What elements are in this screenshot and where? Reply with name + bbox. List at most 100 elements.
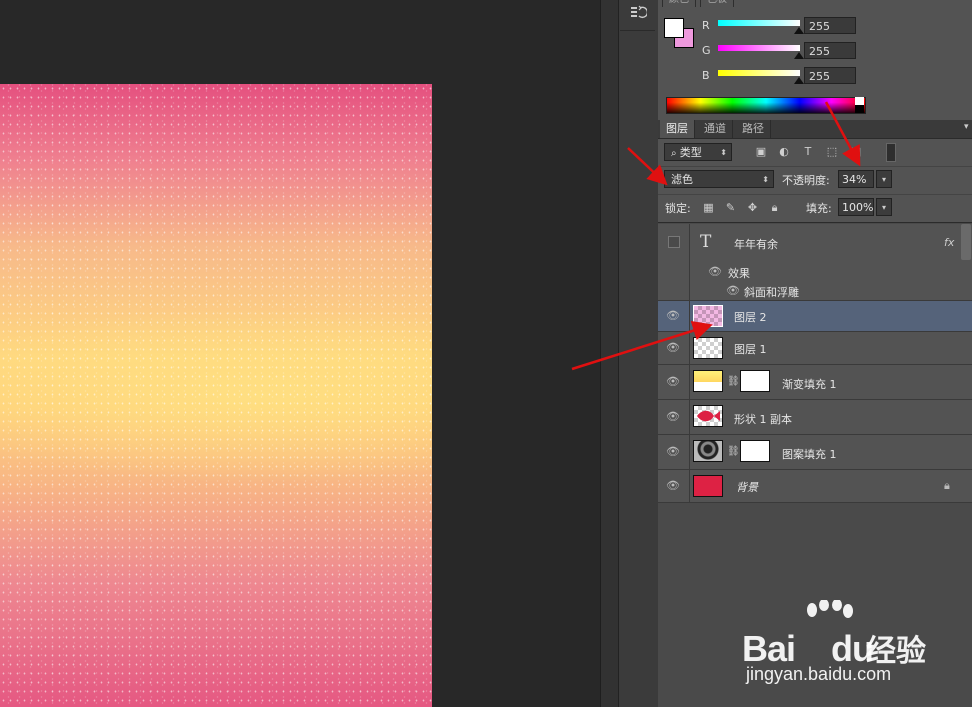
layer-name[interactable]: 图层 2 [734, 309, 767, 325]
filter-kind-select[interactable]: ⌕ 类型 ⬍ [664, 143, 732, 161]
channel-b-thumb[interactable] [794, 77, 804, 84]
layer-thumbnail [693, 305, 723, 327]
layer-lock-icon: 🔒︎ [944, 479, 950, 492]
updown-icon: ⬍ [720, 148, 727, 157]
spectrum-white-chip[interactable] [855, 97, 864, 105]
eye-column-divider [689, 262, 690, 282]
lock-image-brush-icon[interactable]: ✎ [724, 201, 737, 214]
link-chain-icon[interactable]: ⛓︎ [727, 375, 740, 389]
eye-column-divider [689, 435, 690, 469]
layer-name[interactable]: 图层 1 [734, 341, 767, 357]
layer-thumbnail [693, 337, 723, 359]
color-spectrum-bar[interactable] [666, 97, 866, 114]
history-icon[interactable] [628, 4, 649, 24]
tab-channels[interactable]: 通道 [698, 120, 733, 138]
lock-position-move-icon[interactable]: ✥ [746, 201, 759, 214]
shape-filter-icon[interactable]: ⬚ [825, 145, 839, 159]
foreground-color-swatch[interactable] [664, 18, 684, 38]
channel-r-value[interactable]: 255 [804, 17, 856, 34]
lock-transparent-icon[interactable]: ▦ [702, 201, 715, 214]
fill-input[interactable]: 100% [838, 198, 874, 216]
opacity-input[interactable]: 34% [838, 170, 874, 188]
eye-column-divider [689, 332, 690, 364]
layer-row-gradient-fill[interactable]: 👁︎ ⛓︎ 渐变填充 1 [658, 365, 972, 400]
strip-separator [620, 30, 655, 31]
layer-list-scrollbar[interactable] [961, 224, 971, 260]
watermark-url: jingyan.baidu.com [746, 664, 892, 684]
lock-label: 锁定: [665, 202, 691, 215]
link-chain-icon[interactable]: ⛓︎ [727, 445, 740, 459]
color-tab[interactable]: 颜色 [662, 0, 696, 7]
collapsed-panel-strip [618, 0, 659, 707]
layer-name[interactable]: 背景 [736, 479, 758, 495]
effects-eye-icon[interactable]: 👁︎ [708, 265, 722, 279]
smart-object-filter-icon[interactable]: ▤ [849, 145, 863, 159]
fx-icon[interactable]: fx [944, 236, 954, 249]
type-filter-icon[interactable]: T [801, 145, 815, 159]
visibility-off-box[interactable] [668, 236, 680, 248]
panel-dock-divider [600, 0, 619, 707]
updown-icon: ⬍ [762, 175, 769, 184]
fill-dropdown[interactable]: ▾ [876, 198, 892, 216]
layer-row-background[interactable]: 👁︎ 背景 🔒︎ [658, 470, 972, 503]
layer-mask-thumbnail[interactable] [740, 370, 770, 392]
layer-name[interactable]: 图案填充 1 [782, 446, 837, 462]
opacity-label: 不透明度: [782, 174, 830, 187]
blend-mode-value: 滤色 [671, 173, 693, 186]
channel-g-thumb[interactable] [794, 52, 804, 59]
eye-column-divider [689, 470, 690, 502]
document-canvas[interactable] [0, 84, 432, 707]
lock-all-icon[interactable]: 🔒︎ [768, 201, 781, 214]
layer-row-shape-copy[interactable]: 👁︎ 形状 1 副本 [658, 400, 972, 435]
eye-column-divider [689, 301, 690, 331]
channel-g-label: G [702, 44, 711, 57]
layer-row-text[interactable]: T 年年有余 fx [658, 224, 972, 263]
eye-icon[interactable]: 👁︎ [666, 309, 680, 323]
eye-column-divider [689, 365, 690, 399]
eye-column-divider [689, 282, 690, 300]
eye-icon[interactable]: 👁︎ [666, 479, 680, 493]
background-thumbnail [693, 475, 723, 497]
text-layer-icon: T [700, 232, 712, 252]
effect-name: 斜面和浮雕 [744, 286, 799, 299]
eye-column-divider [689, 400, 690, 434]
layer-row-layer1[interactable]: 👁︎ 图层 1 [658, 332, 972, 365]
tab-paths[interactable]: 路径 [736, 120, 771, 138]
pixel-filter-icon[interactable]: ▣ [754, 145, 768, 159]
channel-b-value[interactable]: 255 [804, 67, 856, 84]
spectrum-black-chip[interactable] [855, 105, 864, 113]
channel-b-label: B [702, 69, 710, 82]
eye-icon[interactable]: 👁︎ [666, 341, 680, 355]
layer-name[interactable]: 渐变填充 1 [782, 376, 837, 392]
layer-name[interactable]: 形状 1 副本 [734, 411, 792, 427]
effects-label: 效果 [728, 267, 750, 280]
channel-r-thumb[interactable] [794, 27, 804, 34]
fill-label: 填充: [806, 202, 832, 215]
blend-mode-select[interactable]: 滤色 ⬍ [664, 170, 774, 188]
filter-toggle-switch[interactable] [886, 143, 896, 162]
channel-g-value[interactable]: 255 [804, 42, 856, 59]
channel-r-slider[interactable] [718, 20, 800, 26]
channel-g-slider[interactable] [718, 45, 800, 51]
panel-menu-icon[interactable]: ▾ [964, 122, 969, 132]
search-icon: ⌕ [671, 148, 680, 159]
layer-effect-bevel[interactable]: 👁︎ 斜面和浮雕 [658, 282, 972, 301]
eye-column-divider [689, 224, 690, 262]
opacity-dropdown[interactable]: ▾ [876, 170, 892, 188]
layer-row-layer2[interactable]: 👁︎ 图层 2 [658, 301, 972, 332]
layer-mask-thumbnail[interactable] [740, 440, 770, 462]
layer-effects-header[interactable]: 👁︎ 效果 [658, 262, 972, 282]
layer-name[interactable]: 年年有余 [734, 236, 778, 252]
eye-icon[interactable]: 👁︎ [666, 410, 680, 424]
tab-layers[interactable]: 图层 [660, 120, 695, 138]
adjustment-filter-icon[interactable]: ◐ [777, 145, 791, 159]
pattern-fill-thumbnail [693, 440, 723, 462]
eye-icon[interactable]: 👁︎ [666, 375, 680, 389]
layer-row-pattern-fill[interactable]: 👁︎ ⛓︎ 图案填充 1 [658, 435, 972, 470]
effect-eye-icon[interactable]: 👁︎ [726, 284, 740, 298]
gradient-fill-thumbnail [693, 370, 723, 392]
swatches-tab[interactable]: 色板 [700, 0, 734, 7]
channel-b-slider[interactable] [718, 70, 800, 76]
channel-r-label: R [702, 19, 710, 32]
eye-icon[interactable]: 👁︎ [666, 445, 680, 459]
